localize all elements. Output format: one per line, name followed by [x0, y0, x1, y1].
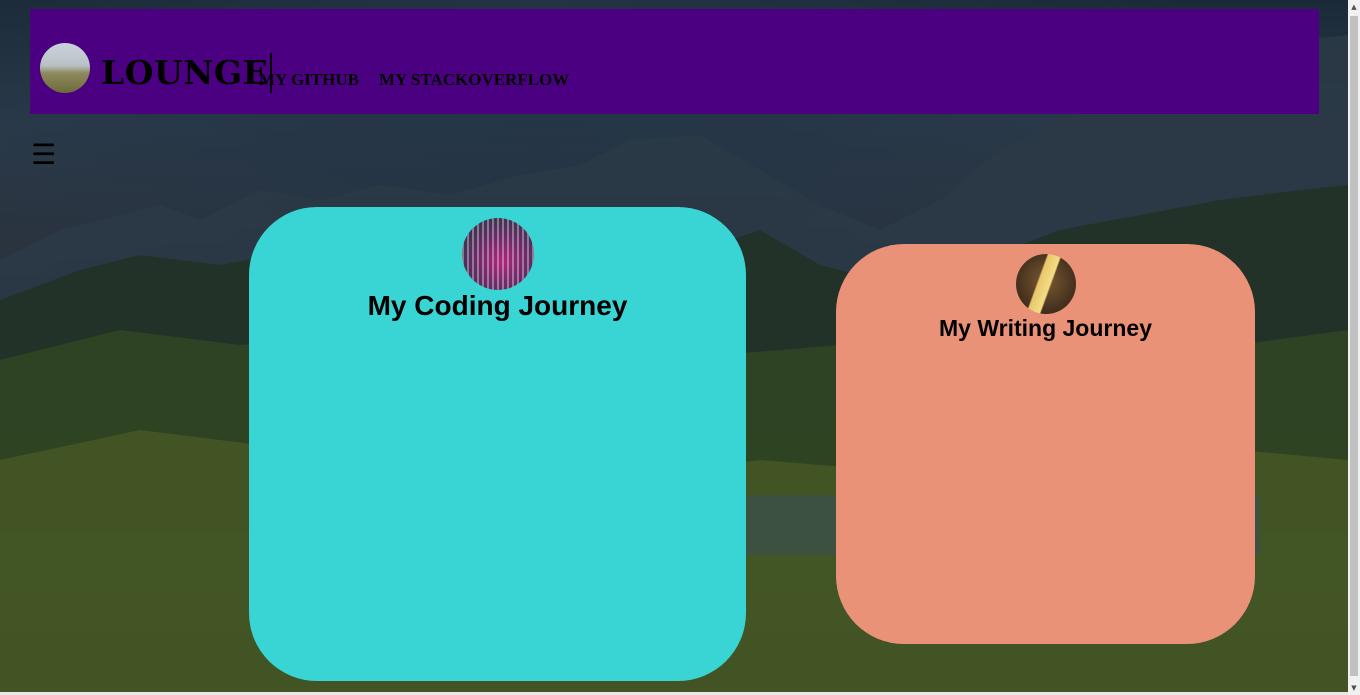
- scroll-down-arrow-icon[interactable]: ▼: [1348, 681, 1360, 695]
- top-nav: MY GITHUB MY STACKOVERFLOW: [259, 70, 569, 90]
- scrollbar-thumb[interactable]: [1350, 16, 1358, 676]
- top-navigation-bar: LOUNGE MY GITHUB MY STACKOVERFLOW: [30, 9, 1319, 114]
- nav-link-stackoverflow[interactable]: MY STACKOVERFLOW: [379, 70, 569, 90]
- coding-journey-card[interactable]: My Coding Journey: [249, 207, 746, 681]
- vertical-scrollbar[interactable]: ▲ ▼: [1348, 0, 1360, 695]
- nav-link-github[interactable]: MY GITHUB: [259, 70, 359, 90]
- writing-journey-card[interactable]: My Writing Journey: [836, 244, 1255, 644]
- writing-avatar-icon: [1015, 254, 1076, 314]
- scroll-up-arrow-icon[interactable]: ▲: [1348, 0, 1360, 14]
- writing-journey-title: My Writing Journey: [939, 315, 1152, 341]
- profile-avatar[interactable]: [40, 43, 90, 93]
- coding-avatar-icon: [461, 218, 534, 290]
- coding-journey-title: My Coding Journey: [367, 290, 628, 321]
- hamburger-menu-icon[interactable]: ☰: [31, 141, 56, 169]
- brand-title[interactable]: LOUNGE: [101, 53, 273, 93]
